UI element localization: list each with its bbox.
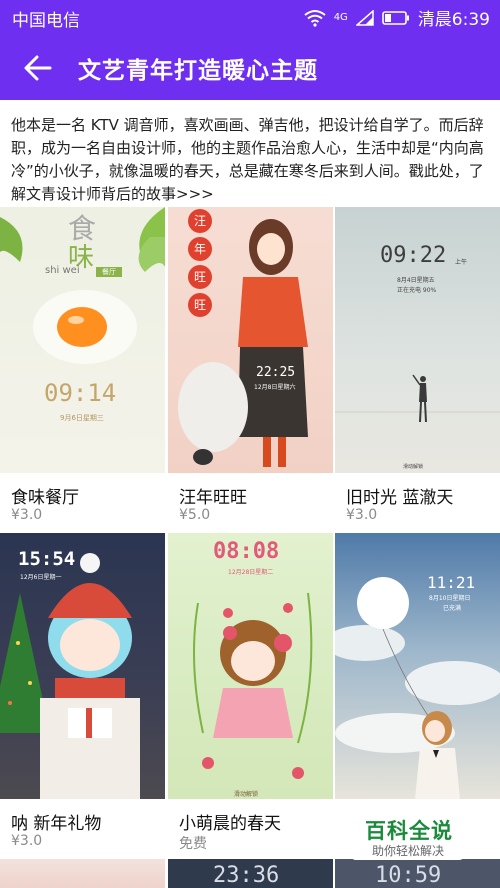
app-bar: 文艺青年打造暖心主题 bbox=[0, 34, 500, 100]
theme-price: ¥3.0 bbox=[346, 507, 378, 523]
person-silhouette-illustration bbox=[335, 374, 500, 423]
theme-thumbnail[interactable]: 11:21 8月10日星期日 已充满 bbox=[335, 533, 500, 799]
designer-story-link[interactable]: 他本是一名 KTV 调音师，喜欢画画、弹吉他，把设计给自学了。而后辞职，成为一名… bbox=[11, 114, 491, 206]
theme-thumbnail[interactable]: 15:54 12月6日星期一 bbox=[0, 533, 165, 799]
theme-clock: 08:08 bbox=[213, 539, 280, 564]
theme-clock: 10:59 bbox=[375, 863, 442, 888]
signal-icon bbox=[355, 9, 374, 26]
theme-name: 呐 新年礼物 bbox=[11, 814, 102, 834]
lantern-char: 汪 bbox=[188, 209, 212, 233]
lantern-char: 旺 bbox=[188, 293, 212, 317]
theme-thumbnail[interactable]: 09:22 上午 8月4日星期五 正在充电 90% 滑动解锁 bbox=[335, 207, 500, 473]
theme-card[interactable]: 08:08 12月28日星期二 滑动解锁 小萌晨的春天 免费 bbox=[168, 533, 333, 852]
girl-with-balloon-illustration bbox=[335, 577, 500, 799]
theme-thumbnail[interactable]: 汪 年 旺 旺 22:25 12月8日星期六 bbox=[168, 207, 333, 473]
clock-label: 清晨6:39 bbox=[417, 10, 490, 30]
theme-thumbnail[interactable]: 08:08 12月28日星期二 滑动解锁 bbox=[168, 533, 333, 799]
unlock-hint: 滑动解锁 bbox=[403, 464, 424, 470]
theme-card[interactable]: 23:36 bbox=[168, 859, 333, 888]
battery-icon bbox=[382, 10, 409, 25]
theme-price: ¥5.0 bbox=[179, 507, 211, 523]
theme-name: 食味餐厅 bbox=[11, 488, 79, 508]
theme-card[interactable]: 食 味 shi wei 餐厅 09:14 9月6日星期三 食味餐厅 ¥3.0 bbox=[0, 207, 165, 523]
theme-thumbnail[interactable]: 食 味 shi wei 餐厅 09:14 9月6日星期三 bbox=[0, 207, 165, 473]
status-bar: 中国电信 4G 清晨6:39 bbox=[0, 0, 500, 34]
theme-date: 8月10日星期日 bbox=[429, 595, 471, 602]
theme-name: 旧时光 蓝澈天 bbox=[346, 488, 454, 508]
theme-card[interactable]: 11:21 8月10日星期日 已充满 bbox=[335, 533, 500, 799]
theme-date: 9月6日星期三 bbox=[60, 414, 104, 422]
theme-card[interactable] bbox=[0, 859, 165, 888]
back-arrow-icon[interactable] bbox=[22, 52, 54, 84]
theme-clock: 15:54 bbox=[18, 548, 76, 570]
theme-card[interactable]: 09:22 上午 8月4日星期五 正在充电 90% 滑动解锁 旧时光 蓝澈天 ¥… bbox=[335, 207, 500, 523]
theme-thumbnail[interactable]: 10:59 bbox=[335, 859, 500, 888]
theme-date: 12月28日星期二 bbox=[228, 569, 274, 576]
theme-card[interactable]: 15:54 12月6日星期一 呐 新年礼物 ¥3.0 bbox=[0, 533, 165, 849]
theme-price: ¥3.0 bbox=[11, 507, 43, 523]
theme-title-pinyin: shi wei bbox=[45, 265, 80, 276]
lantern-decoration: 汪 年 旺 旺 bbox=[188, 209, 214, 317]
theme-clock: 23:36 bbox=[213, 863, 280, 888]
network-type-label: 4G bbox=[333, 12, 348, 23]
lantern-char: 旺 bbox=[188, 265, 212, 289]
theme-badge: 餐厅 bbox=[96, 267, 122, 277]
theme-clock: 09:14 bbox=[44, 379, 117, 407]
theme-thumbnail[interactable] bbox=[0, 859, 165, 888]
theme-price: 免费 bbox=[179, 836, 207, 852]
carrier-label: 中国电信 bbox=[12, 11, 80, 31]
theme-date: 12月8日星期六 bbox=[254, 384, 296, 391]
wifi-icon bbox=[304, 9, 326, 27]
theme-battery-status: 已充满 bbox=[443, 605, 462, 612]
theme-card[interactable]: 10:59 bbox=[335, 859, 500, 888]
theme-price: ¥3.0 bbox=[11, 833, 43, 849]
theme-name: 小萌晨的春天 bbox=[179, 814, 281, 834]
theme-clock: 11:21 bbox=[427, 573, 476, 592]
watermark-subtitle: 助你轻松解决 bbox=[372, 844, 445, 858]
site-watermark: 百科全说 助你轻松解决 bbox=[350, 812, 465, 860]
theme-date: 12月6日星期一 bbox=[20, 574, 62, 581]
theme-name: 汪年旺旺 bbox=[179, 488, 247, 508]
theme-card[interactable]: 汪 年 旺 旺 22:25 12月8日星期六 汪年旺旺 ¥5.0 bbox=[168, 207, 333, 523]
page-title: 文艺青年打造暖心主题 bbox=[78, 58, 318, 84]
unlock-hint: 滑动解锁 bbox=[234, 791, 259, 798]
status-icons: 4G 清晨6:39 bbox=[304, 5, 490, 30]
theme-clock: 22:25 bbox=[256, 365, 296, 380]
lantern-char: 年 bbox=[188, 237, 212, 261]
watermark-title: 百科全说 bbox=[365, 819, 453, 843]
theme-thumbnail[interactable]: 23:36 bbox=[168, 859, 333, 888]
